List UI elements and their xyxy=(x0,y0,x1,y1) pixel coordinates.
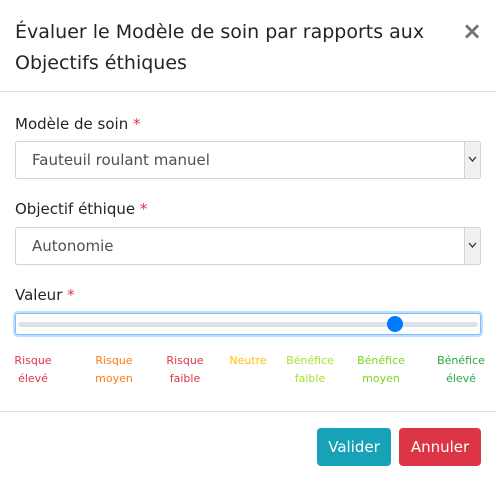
scale-label-line: moyen xyxy=(362,372,400,385)
care-model-label-text: Modèle de soin xyxy=(15,115,129,133)
ethical-goal-label: Objectif éthique * xyxy=(15,199,147,219)
cancel-button[interactable]: Annuler xyxy=(399,428,481,466)
care-model-label: Modèle de soin * xyxy=(15,114,141,134)
modal-title: Évaluer le Modèle de soin par rapports a… xyxy=(15,21,425,74)
required-marker: * xyxy=(67,286,75,304)
slider-thumb[interactable] xyxy=(386,316,403,332)
slider-rail xyxy=(18,322,478,327)
scale-label-high-risk: Risque élevé xyxy=(5,352,61,388)
scale-label-line: élevé xyxy=(446,372,476,385)
scale-label-line: Risque xyxy=(14,354,52,367)
close-icon[interactable]: × xyxy=(458,16,486,46)
chevron-down-icon[interactable] xyxy=(464,228,480,264)
scale-label-line: Risque xyxy=(166,354,204,367)
scale-label-high-benefit: Bénéfice élevé xyxy=(431,352,491,388)
scale-label-line: moyen xyxy=(95,372,133,385)
scale-label-neutral: Neutre xyxy=(220,352,276,370)
care-model-value: Fauteuil roulant manuel xyxy=(32,151,210,169)
required-marker: * xyxy=(139,200,148,218)
care-model-select[interactable]: Fauteuil roulant manuel xyxy=(15,141,481,179)
required-marker: * xyxy=(133,115,141,133)
scale-label-line: Risque xyxy=(95,354,133,367)
scale-label-line: faible xyxy=(169,372,201,385)
scale-label-line: Neutre xyxy=(229,354,267,367)
chevron-down-icon[interactable] xyxy=(464,142,480,178)
footer-divider xyxy=(0,411,497,412)
scale-label-line: Bénéfice xyxy=(357,354,405,367)
scale-label-low-risk: Risque faible xyxy=(157,352,213,388)
value-label-text: Valeur xyxy=(15,286,63,304)
modal-header: Évaluer le Modèle de soin par rapports a… xyxy=(0,0,497,92)
scale-label-medium-risk: Risque moyen xyxy=(86,352,142,388)
scale-label-medium-benefit: Bénéfice moyen xyxy=(351,352,411,388)
scale-label-low-benefit: Bénéfice faible xyxy=(280,352,340,388)
ethical-goal-label-text: Objectif éthique xyxy=(15,200,136,218)
submit-button[interactable]: Valider xyxy=(317,428,391,466)
ethical-goal-select[interactable]: Autonomie xyxy=(15,227,481,265)
value-slider[interactable] xyxy=(15,313,481,335)
scale-label-line: Bénéfice xyxy=(286,354,334,367)
ethical-goal-value: Autonomie xyxy=(32,237,114,255)
evaluation-modal: Évaluer le Modèle de soin par rapports a… xyxy=(0,0,497,481)
scale-label-line: élevé xyxy=(18,372,48,385)
value-label: Valeur * xyxy=(15,285,75,305)
scale-label-line: Bénéfice xyxy=(437,354,485,367)
scale-label-line: faible xyxy=(294,372,326,385)
